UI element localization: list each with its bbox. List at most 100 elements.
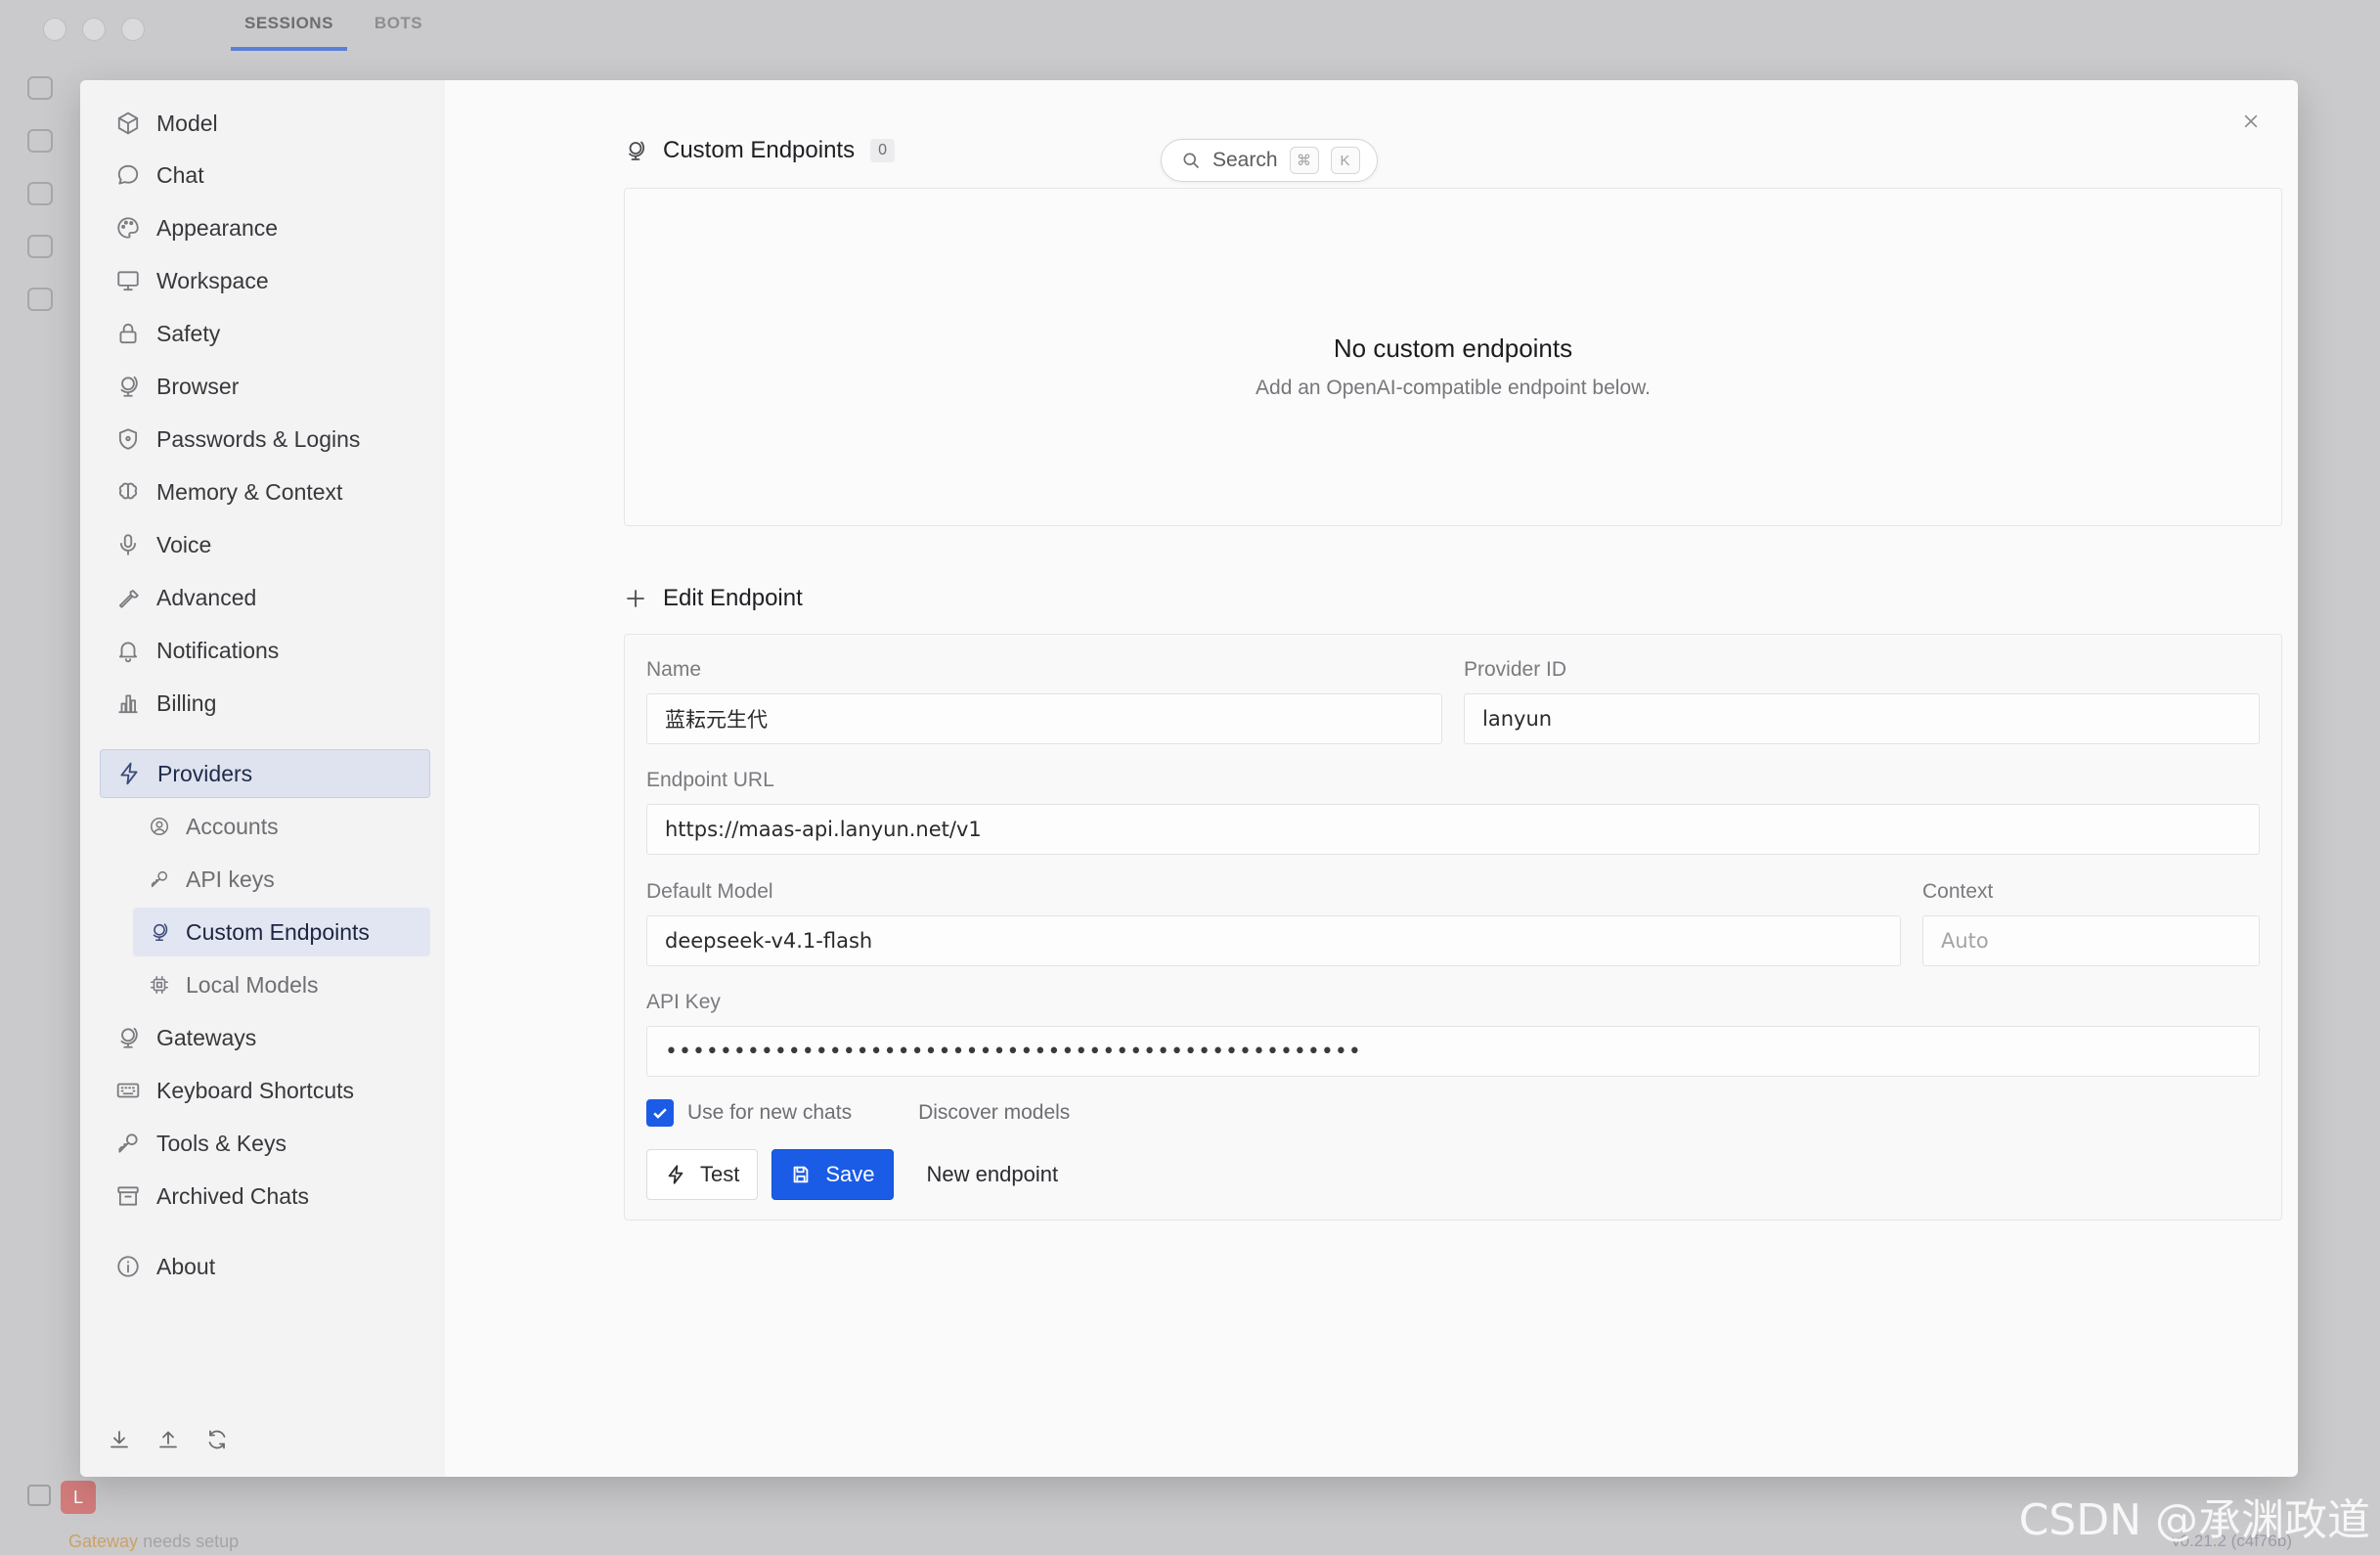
- upload-icon[interactable]: [156, 1428, 180, 1451]
- sidebar-item-about[interactable]: About: [100, 1242, 430, 1291]
- zoom-window-button[interactable]: [121, 18, 145, 41]
- save-button[interactable]: Save: [771, 1149, 894, 1200]
- lightning-icon: [668, 1165, 683, 1184]
- sidebar-item-voice[interactable]: Voice: [100, 520, 430, 569]
- name-label: Name: [646, 658, 702, 681]
- sidebar-item-providers[interactable]: Providers: [100, 749, 430, 798]
- home-icon[interactable]: [27, 1485, 51, 1506]
- sidebar-item-label: Gateways: [156, 1024, 257, 1050]
- tab-bots[interactable]: BOTS: [361, 14, 436, 51]
- sidebar-item-memory-context[interactable]: Memory & Context: [100, 467, 430, 516]
- empty-state-title: No custom endpoints: [1333, 333, 1573, 363]
- default-model-field[interactable]: deepseek-v4.1-flash: [646, 915, 1901, 966]
- edit-endpoint-header: Edit Endpoint: [624, 585, 803, 612]
- refresh-icon[interactable]: [205, 1428, 229, 1451]
- wrench-icon: [118, 590, 139, 608]
- sidebar-item-tools-keys[interactable]: Tools & Keys: [100, 1119, 430, 1168]
- endpoint-url-field[interactable]: https://maas-api.lanyun.net/v1: [646, 804, 2260, 855]
- sidebar-item-browser[interactable]: Browser: [100, 362, 430, 411]
- avatar[interactable]: L: [61, 1481, 96, 1514]
- settings-icon[interactable]: [27, 288, 53, 311]
- message-icon[interactable]: [27, 182, 53, 205]
- name-field[interactable]: 蓝耘元生代: [646, 693, 1442, 744]
- sidebar-item-api-keys[interactable]: API keys: [133, 855, 430, 904]
- bots-icon[interactable]: [27, 129, 53, 153]
- sidebar-item-advanced[interactable]: Advanced: [100, 573, 430, 622]
- gateway-status: Gateway needs setup: [68, 1532, 239, 1552]
- globe-stand-icon: [629, 141, 645, 160]
- sidebar-item-custom-endpoints[interactable]: Custom Endpoints: [133, 908, 430, 956]
- save-button-label: Save: [825, 1162, 875, 1186]
- context-field[interactable]: Auto: [1922, 915, 2260, 966]
- test-button[interactable]: Test: [646, 1149, 759, 1200]
- close-window-button[interactable]: [43, 18, 66, 41]
- use-for-new-chats-checkbox[interactable]: [646, 1099, 674, 1127]
- endpoint-count-badge: 0: [870, 139, 896, 162]
- context-label: Context: [1922, 880, 1994, 903]
- sidebar-footer-actions: [108, 1428, 229, 1451]
- sidebar-item-label: Tools & Keys: [156, 1130, 286, 1156]
- edit-endpoint-form: Name 蓝耘元生代 Provider ID lanyun Endpoint U…: [624, 634, 2282, 1221]
- sidebar-item-label: Passwords & Logins: [156, 425, 361, 452]
- option-checkboxes: Use for new chats Discover models: [646, 1099, 1070, 1127]
- files-icon[interactable]: [27, 235, 53, 258]
- chat-bubble-icon: [117, 164, 139, 185]
- tab-sessions[interactable]: SESSIONS: [231, 14, 347, 51]
- lock-icon: [119, 323, 137, 344]
- lightning-icon: [120, 762, 138, 785]
- sidebar-item-label: About: [156, 1253, 216, 1279]
- sidebar-item-label: Appearance: [156, 214, 279, 241]
- sidebar-item-label: API keys: [186, 866, 275, 892]
- sidebar-item-workspace[interactable]: Workspace: [100, 256, 430, 305]
- content-column: Custom Endpoints 0 No custom endpoints A…: [624, 80, 2286, 1477]
- api-key-label: API Key: [646, 991, 721, 1013]
- globe-stand-icon: [120, 376, 138, 397]
- settings-sidebar: Model Chat Appearance Workspace Safety B…: [80, 80, 445, 1477]
- sidebar-item-local-models[interactable]: Local Models: [133, 960, 430, 1009]
- sidebar-item-model[interactable]: Model: [100, 99, 430, 148]
- sidebar-item-label: Memory & Context: [156, 478, 343, 505]
- sidebar-item-chat[interactable]: Chat: [100, 151, 430, 200]
- monitor-icon: [117, 271, 139, 291]
- download-icon[interactable]: [108, 1428, 131, 1451]
- sidebar-item-gateways[interactable]: Gateways: [100, 1013, 430, 1062]
- sidebar-item-label: Chat: [156, 161, 204, 188]
- window-controls: [43, 18, 145, 41]
- sidebar-item-notifications[interactable]: Notifications: [100, 626, 430, 675]
- discover-models-checkbox[interactable]: [877, 1099, 904, 1127]
- settings-modal: Model Chat Appearance Workspace Safety B…: [80, 80, 2298, 1477]
- sidebar-item-billing[interactable]: Billing: [100, 679, 430, 728]
- sidebar-item-keyboard-shortcuts[interactable]: Keyboard Shortcuts: [100, 1066, 430, 1115]
- api-key-field[interactable]: ••••••••••••••••••••••••••••••••••••••••…: [646, 1026, 2260, 1077]
- user-icon[interactable]: [27, 76, 53, 100]
- globe-stand-icon: [120, 1027, 138, 1048]
- key-icon: [151, 870, 168, 888]
- microphone-icon: [120, 534, 136, 555]
- empty-state-card: No custom endpoints Add an OpenAI-compat…: [624, 188, 2282, 526]
- sidebar-item-safety[interactable]: Safety: [100, 309, 430, 358]
- minimize-window-button[interactable]: [82, 18, 106, 41]
- background-sidebar-icons: [27, 76, 53, 311]
- use-for-new-chats-label[interactable]: Use for new chats: [687, 1101, 852, 1125]
- discover-models-label[interactable]: Discover models: [918, 1101, 1070, 1125]
- sidebar-item-label: Workspace: [156, 267, 269, 293]
- globe-stand-icon: [153, 923, 168, 942]
- form-actions: Test Save New endpoint: [646, 1149, 1078, 1200]
- sidebar-item-accounts[interactable]: Accounts: [133, 802, 430, 851]
- checkmark-icon: [653, 1108, 667, 1119]
- info-icon: [117, 1256, 139, 1277]
- endpoint-url-label: Endpoint URL: [646, 769, 774, 791]
- sidebar-item-passwords-logins[interactable]: Passwords & Logins: [100, 415, 430, 464]
- plus-icon: [627, 590, 644, 607]
- sidebar-item-archived-chats[interactable]: Archived Chats: [100, 1172, 430, 1221]
- sidebar-item-label: Local Models: [186, 971, 319, 998]
- empty-state-subtitle: Add an OpenAI-compatible endpoint below.: [1256, 377, 1651, 399]
- sidebar-item-appearance[interactable]: Appearance: [100, 203, 430, 252]
- settings-content: Custom Endpoints 0 No custom endpoints A…: [445, 80, 2298, 1477]
- gateway-status-prefix: Gateway: [68, 1532, 139, 1551]
- provider-id-field[interactable]: lanyun: [1464, 693, 2260, 744]
- sidebar-item-label: Model: [156, 110, 218, 136]
- new-endpoint-button[interactable]: New endpoint: [907, 1149, 1079, 1200]
- save-icon: [794, 1166, 809, 1183]
- sidebar-item-label: Keyboard Shortcuts: [156, 1077, 355, 1103]
